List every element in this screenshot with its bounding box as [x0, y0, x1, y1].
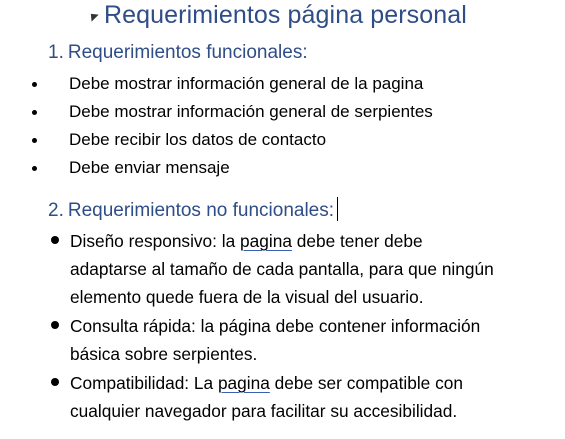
paragraph-line: adaptarse al tamaño de cada pantalla, pa… [70, 259, 494, 279]
section-number: 1. [48, 42, 64, 63]
list-item: Consulta rápida: la página debe contener… [46, 312, 546, 368]
section-nonfunctional-heading: 2. Requerimientos no funcionales: [48, 197, 339, 222]
list-item: Compatibilidad: La pagina debe ser compa… [46, 369, 546, 425]
bullet-icon [32, 82, 37, 87]
document-heading: Requerimientos página personal [87, 1, 467, 30]
bullet-icon [32, 166, 37, 171]
bullet-icon [51, 236, 59, 244]
section-title: Requerimientos no funcionales: [67, 200, 335, 221]
collapse-triangle-icon[interactable] [87, 10, 99, 22]
section-title: Requerimientos funcionales: [67, 42, 308, 63]
list-item-text: Debe recibir los datos de contacto [69, 130, 327, 149]
spellcheck-underlined-word: pagina [217, 373, 270, 393]
spellcheck-underlined-word: pagina [240, 231, 292, 251]
paragraph-line: Compatibilidad: La pagina debe ser compa… [70, 373, 463, 393]
list-item-text: Debe enviar mensaje [69, 158, 230, 177]
paragraph-line: cualquier navegador para facilitar su ac… [70, 401, 458, 421]
bullet-icon [51, 321, 59, 329]
list-item-text: Debe mostrar información general de serp… [69, 102, 433, 121]
bullet-icon [32, 110, 37, 115]
section-functional-heading: 1. Requerimientos funcionales: [48, 42, 308, 64]
section-number: 2. [48, 200, 64, 221]
paragraph-line: Consulta rápida: la página debe contener… [70, 316, 481, 336]
bullet-icon [32, 138, 37, 143]
heading-text: Requerimientos página personal [104, 1, 467, 29]
list-item: Diseño responsivo: la pagina debe tener … [46, 227, 546, 311]
text-cursor [337, 197, 339, 221]
paragraph-line: Diseño responsivo: la pagina debe tener … [70, 231, 423, 251]
list-item-text: Debe mostrar información general de la p… [69, 74, 424, 93]
bullet-icon [51, 378, 59, 386]
paragraph-line: básica sobre serpientes. [70, 344, 258, 364]
paragraph-line: elemento quede fuera de la visual del us… [70, 287, 424, 307]
